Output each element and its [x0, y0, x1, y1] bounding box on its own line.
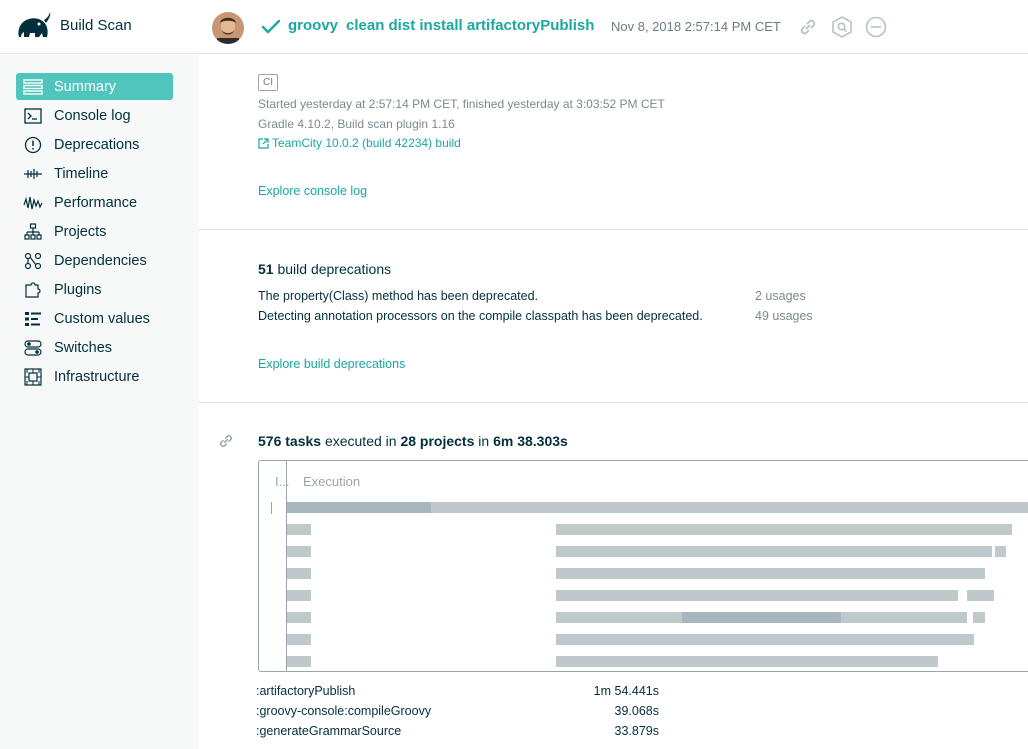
sidebar-item-label: Dependencies: [54, 252, 147, 269]
timeline-bar[interactable]: [556, 656, 938, 667]
sidebar-item-label: Deprecations: [54, 136, 140, 153]
success-check-icon: [261, 19, 281, 34]
executed-in-text: executed in: [324, 433, 397, 449]
sidebar-item-switches[interactable]: Switches: [16, 334, 173, 361]
timeline-bar[interactable]: [287, 590, 311, 601]
sidebar-item-performance[interactable]: Performance: [16, 189, 173, 216]
infrastructure-icon: [23, 367, 43, 387]
execution-summary: 576 tasks executed in 28 projects in 6m …: [258, 433, 568, 449]
sidebar-item-infrastructure[interactable]: Infrastructure: [16, 363, 173, 390]
external-link-icon: [258, 137, 269, 149]
timeline-bar[interactable]: [841, 612, 967, 623]
sidebar-item-custom-values[interactable]: Custom values: [16, 305, 173, 332]
timeline-bar[interactable]: [287, 656, 311, 667]
requested-tasks: clean dist install artifactoryPublish: [346, 17, 595, 34]
column-header-index: I...: [275, 474, 290, 489]
top-bar: Build Scan groovy clean dist install art…: [0, 0, 1028, 54]
deprecations-title-text: build deprecations: [277, 261, 392, 277]
timeline-bar[interactable]: [287, 634, 311, 645]
project-name: groovy: [288, 17, 339, 34]
timeline-bar[interactable]: [287, 612, 311, 623]
section-link-icon[interactable]: [216, 431, 236, 451]
task-duration: 33.879s: [614, 724, 659, 738]
deprecation-usages: 2 usages: [755, 289, 806, 303]
collapse-icon[interactable]: [864, 15, 888, 39]
sidebar-item-label: Summary: [54, 78, 117, 95]
timeline-bar[interactable]: [967, 590, 994, 601]
sidebar-item-console-log[interactable]: Console log: [16, 102, 173, 129]
sidebar-item-label: Switches: [54, 339, 113, 356]
search-scan-icon[interactable]: [830, 15, 854, 39]
sidebar: Summary Console log Deprecations Timelin…: [0, 55, 198, 749]
timeline-bar[interactable]: [556, 524, 1012, 535]
timeline-bar[interactable]: [287, 502, 431, 513]
dependencies-icon: [23, 251, 43, 271]
summary-section: CI Started yesterday at 2:57:14 PM CET, …: [198, 55, 1028, 230]
timeline-bar[interactable]: [431, 502, 1028, 513]
summary-icon: [23, 77, 43, 97]
build-timestamp: Nov 8, 2018 2:57:14 PM CET: [611, 19, 781, 34]
link-icon[interactable]: [796, 15, 820, 39]
timeline-bar[interactable]: [556, 568, 985, 579]
gradle-version: Gradle 4.10.2, Build scan plugin 1.16: [258, 117, 455, 131]
timeline-chart[interactable]: I... Execution: [258, 460, 1028, 672]
sidebar-item-deprecations[interactable]: Deprecations: [16, 131, 173, 158]
timeline-bar[interactable]: [556, 612, 682, 623]
sidebar-item-timeline[interactable]: Timeline: [16, 160, 173, 187]
timeline-bar[interactable]: [973, 612, 985, 623]
deprecations-count: 51: [258, 261, 274, 277]
sidebar-item-label: Timeline: [54, 165, 109, 182]
teamcity-link[interactable]: TeamCity 10.0.2 (build 42234) build: [258, 136, 461, 150]
timeline-bar[interactable]: [995, 546, 1006, 557]
teamcity-link-text: TeamCity 10.0.2 (build 42234) build: [272, 136, 461, 150]
sidebar-item-label: Plugins: [54, 281, 102, 298]
timeline-bar[interactable]: [682, 612, 841, 623]
timeline-bar[interactable]: [287, 524, 311, 535]
warning-icon: [23, 135, 43, 155]
deprecations-title: 51 build deprecations: [258, 261, 391, 277]
timeline-icon: [23, 164, 43, 184]
sidebar-item-projects[interactable]: Projects: [16, 218, 173, 245]
deprecation-row[interactable]: Detecting annotation processors on the c…: [258, 309, 818, 323]
sidebar-item-label: Projects: [54, 223, 107, 240]
tasks-count: 576 tasks: [258, 433, 322, 449]
task-duration: 1m 54.441s: [593, 684, 659, 698]
timeline-bar[interactable]: [287, 546, 311, 557]
deprecation-row[interactable]: The property(Class) method has been depr…: [258, 289, 818, 303]
sidebar-item-label: Console log: [54, 107, 131, 124]
user-avatar[interactable]: [212, 12, 244, 44]
timeline-bar[interactable]: [556, 546, 992, 557]
projects-icon: [23, 222, 43, 242]
sidebar-item-dependencies[interactable]: Dependencies: [16, 247, 173, 274]
build-times: Started yesterday at 2:57:14 PM CET, fin…: [258, 97, 665, 111]
brand-title[interactable]: Build Scan: [60, 17, 132, 34]
projects-count: 28 projects: [400, 433, 475, 449]
custom-values-icon: [23, 309, 43, 329]
task-duration: 39.068s: [614, 704, 659, 718]
timeline-bar[interactable]: [556, 634, 974, 645]
switches-icon: [23, 338, 43, 358]
gradle-elephant-logo[interactable]: [15, 11, 53, 43]
explore-deprecations-link[interactable]: Explore build deprecations: [258, 357, 405, 371]
sidebar-item-plugins[interactable]: Plugins: [16, 276, 173, 303]
sidebar-item-label: Infrastructure: [54, 368, 140, 385]
in-text: in: [478, 433, 490, 449]
deprecations-section: 51 build deprecations The property(Class…: [198, 230, 1028, 403]
performance-icon: [23, 193, 43, 213]
timeline-bar[interactable]: [556, 590, 958, 601]
total-duration: 6m 38.303s: [493, 433, 568, 449]
ci-badge: CI: [258, 74, 278, 91]
plugin-icon: [23, 280, 43, 300]
sidebar-item-summary[interactable]: Summary: [16, 73, 173, 100]
deprecation-usages: 49 usages: [755, 309, 813, 323]
explore-console-log-link[interactable]: Explore console log: [258, 184, 367, 198]
row-cursor: [271, 502, 272, 514]
console-icon: [23, 106, 43, 126]
sidebar-item-label: Performance: [54, 194, 138, 211]
timeline-bar[interactable]: [287, 568, 311, 579]
main-content: CI Started yesterday at 2:57:14 PM CET, …: [198, 55, 1028, 749]
sidebar-item-label: Custom values: [54, 310, 150, 327]
column-header-execution: Execution: [303, 474, 361, 489]
